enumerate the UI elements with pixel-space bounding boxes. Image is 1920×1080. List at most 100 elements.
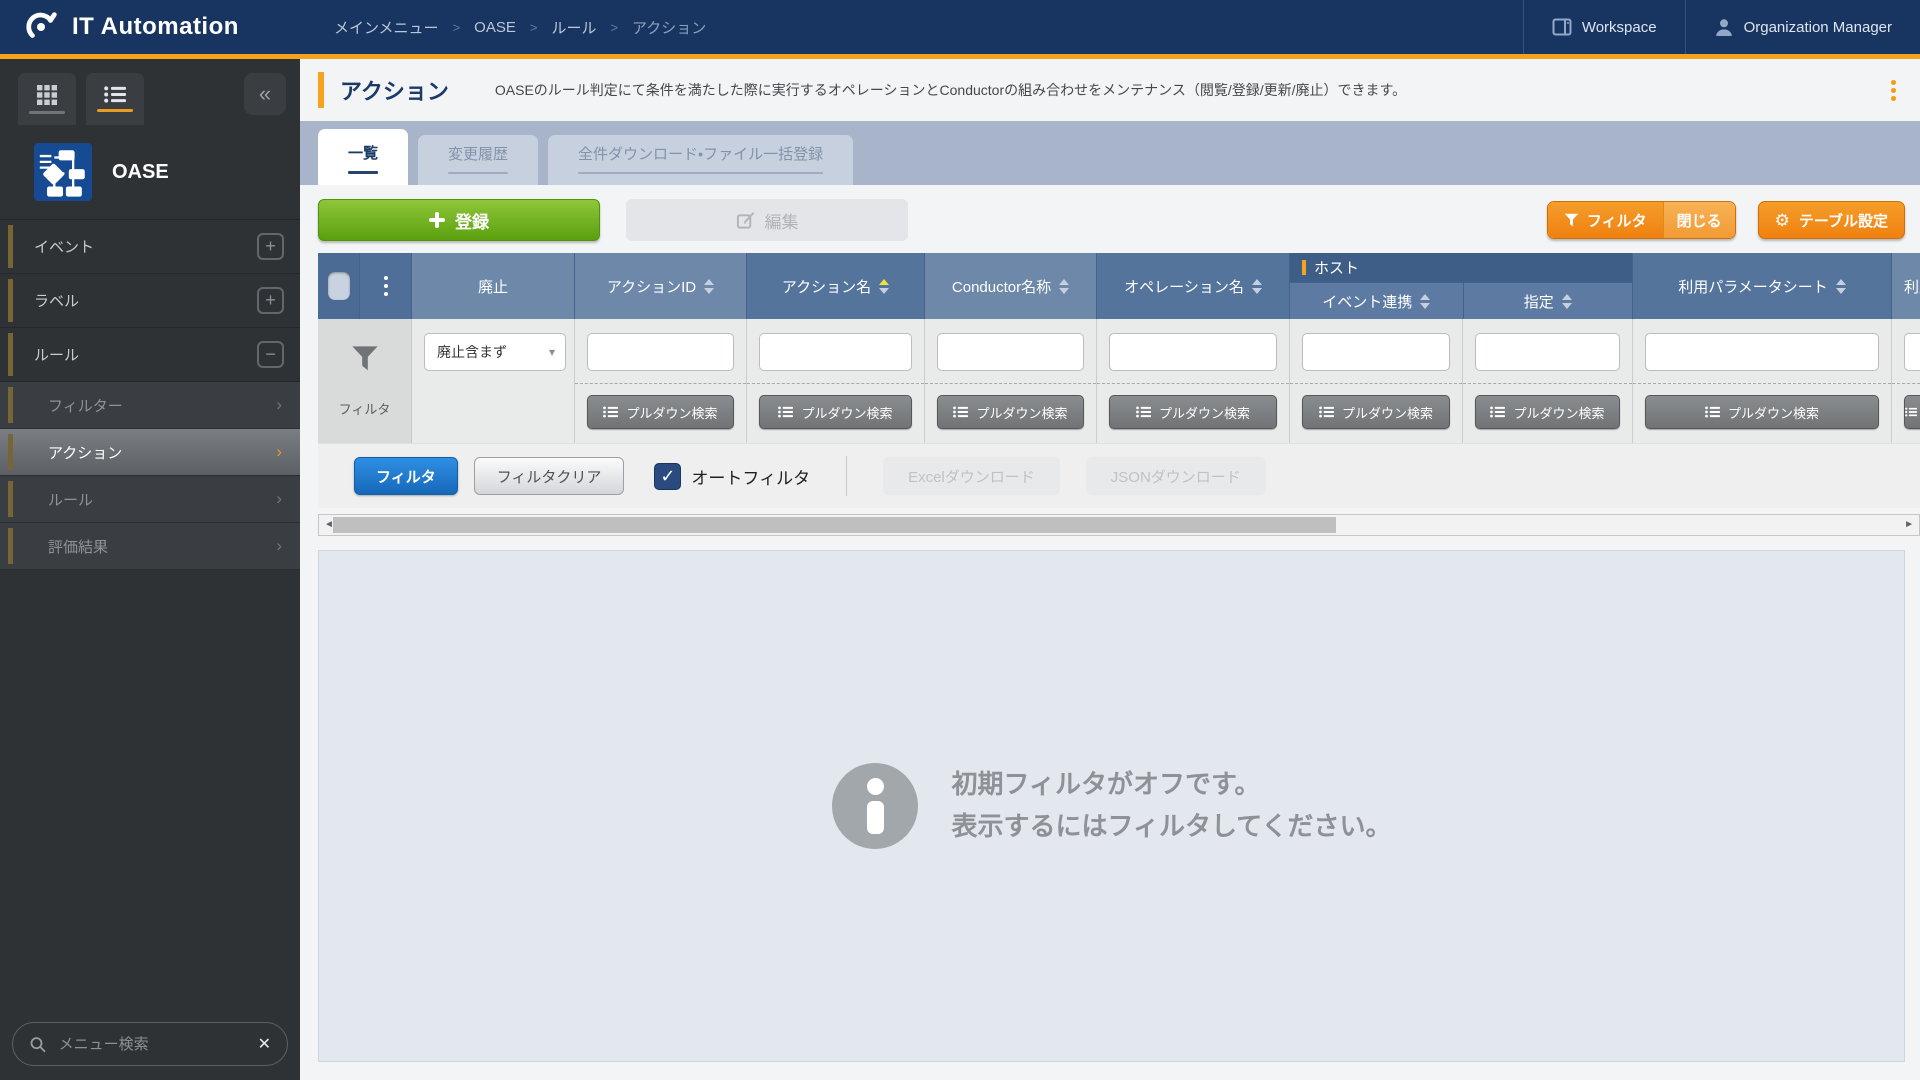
operation-name-pulldown-button[interactable]: プルダウン検索 (1109, 395, 1277, 429)
action-id-pulldown-button[interactable]: プルダウン検索 (587, 395, 734, 429)
sort-arrows-icon[interactable] (1252, 279, 1262, 294)
sidebar-item-action-active[interactable]: アクション › (0, 429, 300, 476)
host-specify-pulldown-button[interactable]: プルダウン検索 (1475, 395, 1620, 429)
scroll-right-arrow-icon[interactable]: ► (1904, 520, 1914, 530)
header-right-group: Workspace Organization Manager (1523, 0, 1920, 54)
column-header-action-name[interactable]: アクション名 (747, 253, 925, 319)
submenu-label: ルール (48, 489, 93, 510)
edit-pencil-icon (736, 211, 755, 230)
tab-list-active[interactable]: 一覧 (318, 129, 408, 185)
app-brand[interactable]: IT Automation (0, 0, 300, 54)
app-title: IT Automation (72, 13, 239, 41)
tab-change-history[interactable]: 変更履歴 (418, 135, 538, 185)
menu-label: ルール (34, 344, 79, 365)
column-header-action-id[interactable]: アクションID (575, 253, 747, 319)
filter-clear-button[interactable]: フィルタクリア (474, 457, 625, 495)
sort-arrows-icon[interactable] (1836, 279, 1846, 294)
page-menu-kebab-icon[interactable] (1891, 80, 1896, 101)
conductor-name-filter-input[interactable] (937, 333, 1084, 371)
select-all-checkbox[interactable] (328, 272, 350, 300)
json-download-button-disabled[interactable]: JSONダウンロード (1086, 457, 1266, 495)
breadcrumb-rule[interactable]: ルール (551, 17, 596, 38)
column-header-host-specify[interactable]: 指定 (1463, 283, 1633, 319)
expand-plus-icon[interactable]: + (257, 287, 284, 314)
column-label: 廃止 (478, 276, 508, 297)
excel-download-label: Excelダウンロード (908, 466, 1035, 487)
sidebar-tab-menu-list-active[interactable] (86, 73, 144, 125)
column-label: オペレーション名 (1124, 276, 1244, 297)
search-clear-icon[interactable]: ✕ (258, 1034, 271, 1054)
expand-plus-icon[interactable]: + (257, 233, 284, 260)
filter-toggle-label: フィルタ (1587, 210, 1647, 231)
pulldown-label: プルダウン検索 (1728, 403, 1819, 422)
checkbox-checked-icon[interactable]: ✓ (654, 463, 681, 490)
sidebar-item-evaluation-result[interactable]: 評価結果 › (0, 523, 300, 570)
sidebar-item-rule[interactable]: ルール − (0, 328, 300, 382)
divider (747, 383, 924, 384)
truncated-filter-input[interactable] (1904, 333, 1920, 371)
column-header-truncated[interactable]: 利用 (1892, 253, 1920, 319)
sidebar-brand-oase[interactable]: OASE (0, 125, 300, 220)
row-menu-column[interactable] (360, 253, 412, 319)
edit-label: 編集 (765, 208, 799, 233)
filter-cell-discard: 廃止含まず ▾ (412, 319, 575, 443)
sort-arrows-icon-asc[interactable] (879, 279, 889, 294)
host-specify-filter-input[interactable] (1475, 333, 1620, 371)
sidebar-item-rule-sub[interactable]: ルール › (0, 476, 300, 523)
filter-toggle-button[interactable]: フィルタ (1548, 202, 1663, 238)
register-button[interactable]: 登録 (318, 199, 600, 241)
breadcrumb-main-menu[interactable]: メインメニュー (334, 17, 439, 38)
apply-filter-button[interactable]: フィルタ (354, 457, 458, 495)
divider (925, 383, 1096, 384)
truncated-pulldown-button[interactable]: プルダウン検索 (1904, 395, 1920, 429)
scrollbar-thumb[interactable] (333, 517, 1336, 533)
host-event-pulldown-button[interactable]: プルダウン検索 (1302, 395, 1450, 429)
chevron-right-icon: › (276, 442, 282, 462)
tab-bulk-download-upload[interactable]: 全件ダウンロード・ファイル一括登録 (548, 135, 853, 185)
host-event-filter-input[interactable] (1302, 333, 1450, 371)
menu-search-box[interactable]: ✕ (12, 1022, 288, 1066)
user-menu[interactable]: Organization Manager (1685, 0, 1920, 54)
action-id-filter-input[interactable] (587, 333, 734, 371)
sidebar-item-filter[interactable]: フィルター › (0, 382, 300, 429)
conductor-name-pulldown-button[interactable]: プルダウン検索 (937, 395, 1084, 429)
sort-arrows-icon[interactable] (1562, 294, 1572, 309)
data-table: 廃止 アクションID アクション名 Conductor名称 (318, 253, 1920, 508)
sidebar-collapse-button[interactable]: « (244, 73, 286, 115)
parameter-sheet-pulldown-button[interactable]: プルダウン検索 (1645, 395, 1879, 429)
table-settings-button[interactable]: ⚙ テーブル設定 (1758, 201, 1905, 239)
sidebar-item-label[interactable]: ラベル + (0, 274, 300, 328)
empty-state: 初期フィルタがオフです。 表示するにはフィルタしてください。 (832, 763, 1392, 849)
tab-underline (29, 111, 65, 114)
column-header-parameter-sheet[interactable]: 利用パラメータシート (1633, 253, 1892, 319)
sort-arrows-icon[interactable] (1420, 294, 1430, 309)
filter-close-button[interactable]: 閉じる (1663, 202, 1735, 238)
collapse-minus-icon[interactable]: − (257, 341, 284, 368)
oase-flowchart-icon (34, 143, 92, 201)
menu-search-input[interactable] (59, 1036, 258, 1053)
sidebar-item-event[interactable]: イベント + (0, 220, 300, 274)
column-header-conductor-name[interactable]: Conductor名称 (925, 253, 1097, 319)
operation-name-filter-input[interactable] (1109, 333, 1277, 371)
discard-filter-value: 廃止含まず (437, 342, 507, 362)
action-name-pulldown-button[interactable]: プルダウン検索 (759, 395, 912, 429)
column-header-host-event-link[interactable]: イベント連携 (1290, 283, 1463, 319)
edit-button-disabled[interactable]: 編集 (626, 199, 908, 241)
workspace-switcher[interactable]: Workspace (1523, 0, 1685, 54)
table-filter-row: フィルタ 廃止含まず ▾ (318, 319, 1920, 443)
sort-arrows-icon[interactable] (704, 279, 714, 294)
apply-filter-label: フィルタ (376, 466, 436, 487)
breadcrumb-oase[interactable]: OASE (474, 19, 516, 36)
parameter-sheet-filter-input[interactable] (1645, 333, 1879, 371)
column-header-operation-name[interactable]: オペレーション名 (1097, 253, 1290, 319)
column-header-discard[interactable]: 廃止 (412, 253, 575, 319)
table-body-empty-panel: 初期フィルタがオフです。 表示するにはフィルタしてください。 (318, 550, 1905, 1062)
horizontal-scrollbar[interactable]: ◄ ► (318, 514, 1920, 536)
action-name-filter-input[interactable] (759, 333, 912, 371)
sort-arrows-icon[interactable] (1059, 279, 1069, 294)
host-group-caption: ホスト (1290, 253, 1632, 282)
sidebar-tab-menu-grid[interactable] (18, 73, 76, 125)
excel-download-button-disabled[interactable]: Excelダウンロード (883, 457, 1060, 495)
discard-filter-select[interactable]: 廃止含まず ▾ (424, 333, 566, 371)
autofilter-toggle[interactable]: ✓ オートフィルタ (654, 463, 810, 490)
